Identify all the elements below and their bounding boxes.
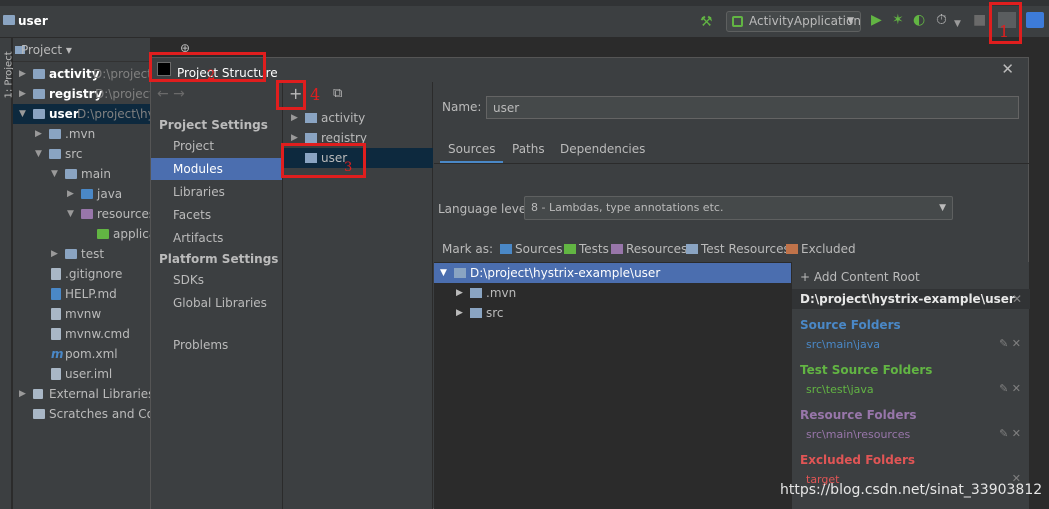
tree-item-java[interactable]: ▶ java xyxy=(13,184,150,204)
source-folders-heading: Source Folders xyxy=(800,318,901,332)
annotation-1: 1 xyxy=(999,22,1010,41)
content-item-mvn[interactable]: ▶ .mvn xyxy=(434,283,791,303)
close-icon[interactable]: ✕ xyxy=(1001,60,1014,78)
project-name[interactable]: user xyxy=(18,14,48,28)
source-folder-item[interactable]: src\main\java xyxy=(806,338,880,351)
mark-sources-button[interactable]: Sources xyxy=(500,242,562,256)
tree-item-mvnw-cmd[interactable]: mvnw.cmd xyxy=(13,324,150,344)
edit-remove-icons[interactable]: ✎ ✕ xyxy=(999,382,1021,395)
tree-item-pom[interactable]: m pom.xml xyxy=(13,344,150,364)
project-panel-header: Project ▾ ⊕ xyxy=(13,38,190,62)
mark-tests-button[interactable]: Tests xyxy=(564,242,609,256)
project-structure-dialog: Project Structure ✕ ← → Project Settings… xyxy=(150,57,1030,509)
highlight-box-3 xyxy=(281,143,366,178)
nav-item-modules[interactable]: Modules xyxy=(151,158,282,180)
nav-item-artifacts[interactable]: Artifacts xyxy=(151,227,282,249)
nav-item-problems[interactable]: Problems xyxy=(151,334,282,356)
edit-remove-icons[interactable]: ✎ ✕ xyxy=(999,427,1021,440)
resource-folder-item[interactable]: src\main\resources xyxy=(806,428,910,441)
tree-item-src[interactable]: ▼ src xyxy=(13,144,150,164)
tree-item-scratches[interactable]: Scratches and Cons xyxy=(13,404,150,424)
annotation-2: 2 xyxy=(207,68,216,83)
chevron-down-icon: ▼ xyxy=(939,203,946,213)
content-root-path: D:\project\hystrix-example\user ✕ xyxy=(792,289,1030,309)
tree-item-application[interactable]: applicat xyxy=(13,224,150,244)
mark-excluded-button[interactable]: Excluded xyxy=(786,242,856,256)
resource-folders-heading: Resource Folders xyxy=(800,408,917,422)
name-label: Name: xyxy=(442,100,482,114)
nav-item-project[interactable]: Project xyxy=(151,135,282,157)
add-content-root-button[interactable]: + Add Content Root xyxy=(800,270,920,284)
module-name-input[interactable] xyxy=(486,96,1019,119)
build-hammer-icon[interactable]: ⚒ xyxy=(700,14,713,30)
tree-item-gitignore[interactable]: .gitignore xyxy=(13,264,150,284)
tree-item-mvn[interactable]: ▶ .mvn xyxy=(13,124,150,144)
tree-item-help[interactable]: HELP.md xyxy=(13,284,150,304)
test-folder-item[interactable]: src\test\java xyxy=(806,383,874,396)
mark-as-label: Mark as: xyxy=(442,242,494,256)
chevron-down-icon: ▼ xyxy=(847,16,854,26)
translate-icon[interactable] xyxy=(1026,12,1044,28)
edit-remove-icons[interactable]: ✎ ✕ xyxy=(999,337,1021,350)
content-item-src[interactable]: ▶ src xyxy=(434,303,791,323)
settings-nav: ← → Project Settings Project Modules Lib… xyxy=(151,82,282,509)
nav-item-facets[interactable]: Facets xyxy=(151,204,282,226)
module-activity[interactable]: ▶ activity xyxy=(283,108,433,128)
tree-item-main[interactable]: ▼ main xyxy=(13,164,150,184)
content-roots-pane: + Add Content Root D:\project\hystrix-ex… xyxy=(791,262,1030,509)
nav-back-forward-icons[interactable]: ← → xyxy=(157,86,185,102)
tree-item-user-iml[interactable]: user.iml xyxy=(13,364,150,384)
tree-item-registry[interactable]: ▶ registry D:\project\ xyxy=(13,84,150,104)
folder-icon xyxy=(3,15,15,25)
tab-sources[interactable]: Sources xyxy=(440,138,504,164)
content-root-item[interactable]: ▼ D:\project\hystrix-example\user xyxy=(434,263,791,283)
copy-module-icon[interactable]: ⧉ xyxy=(333,86,342,101)
language-level-label: Language level: xyxy=(438,202,534,216)
remove-root-icon[interactable]: ✕ xyxy=(1012,289,1022,309)
project-view-select[interactable]: Project ▾ xyxy=(21,43,72,57)
mark-resources-button[interactable]: Resources xyxy=(611,242,687,256)
annotation-3: 3 xyxy=(344,160,353,175)
project-panel: Project ▾ ⊕ ▶ activity D:\project\ ▶ reg… xyxy=(13,38,190,509)
annotation-4: 4 xyxy=(310,85,321,104)
test-folders-heading: Test Source Folders xyxy=(800,363,933,377)
run-config-label: ActivityApplication xyxy=(749,14,861,28)
profile-dropdown-icon[interactable]: ▼ xyxy=(954,17,961,31)
tree-item-mvnw[interactable]: mvnw xyxy=(13,304,150,324)
tab-paths[interactable]: Paths xyxy=(504,138,553,164)
mark-test-resources-button[interactable]: Test Resources xyxy=(686,242,790,256)
project-settings-heading: Project Settings xyxy=(159,118,268,132)
language-level-value: 8 - Lambdas, type annotations etc. xyxy=(531,201,724,214)
profile-icon[interactable]: ⏱ xyxy=(936,13,947,27)
tool-window-strip: 1: Project xyxy=(0,38,15,509)
tree-item-test[interactable]: ▶ test xyxy=(13,244,150,264)
run-icon[interactable]: ▶ xyxy=(871,13,882,27)
nav-item-global-libraries[interactable]: Global Libraries xyxy=(151,292,282,314)
nav-item-sdks[interactable]: SDKs xyxy=(151,269,282,291)
stop-icon: ■ xyxy=(973,12,987,28)
tab-divider xyxy=(434,163,1029,164)
highlight-box-4 xyxy=(276,80,306,110)
run-config-select[interactable]: ActivityApplication ▼ xyxy=(726,11,861,32)
tree-item-resources[interactable]: ▼ resources xyxy=(13,204,150,224)
module-details: Name: Sources Paths Dependencies Languag… xyxy=(434,82,1030,509)
debug-icon[interactable]: ✶ xyxy=(892,13,904,27)
watermark: https://blog.csdn.net/sinat_33903812 xyxy=(780,482,1043,498)
nav-item-libraries[interactable]: Libraries xyxy=(151,181,282,203)
title-bar: user ⚒ ActivityApplication ▼ ▶ ✶ ◐ ⏱ ▼ ■ xyxy=(0,0,1049,38)
tree-item-activity[interactable]: ▶ activity D:\project\ xyxy=(13,64,150,84)
spring-boot-icon xyxy=(732,16,743,27)
platform-settings-heading: Platform Settings xyxy=(159,252,279,266)
menu-strip xyxy=(0,0,1049,6)
excluded-folders-heading: Excluded Folders xyxy=(800,453,916,467)
tree-item-external-libraries[interactable]: ▶ External Libraries xyxy=(13,384,150,404)
content-root-tree: ▼ D:\project\hystrix-example\user ▶ .mvn… xyxy=(434,262,791,509)
tree-item-user[interactable]: ▼ user D:\project\hystr xyxy=(13,104,150,124)
tab-dependencies[interactable]: Dependencies xyxy=(552,138,653,164)
coverage-icon[interactable]: ◐ xyxy=(913,13,925,27)
language-level-select[interactable]: 8 - Lambdas, type annotations etc. ▼ xyxy=(524,196,953,220)
